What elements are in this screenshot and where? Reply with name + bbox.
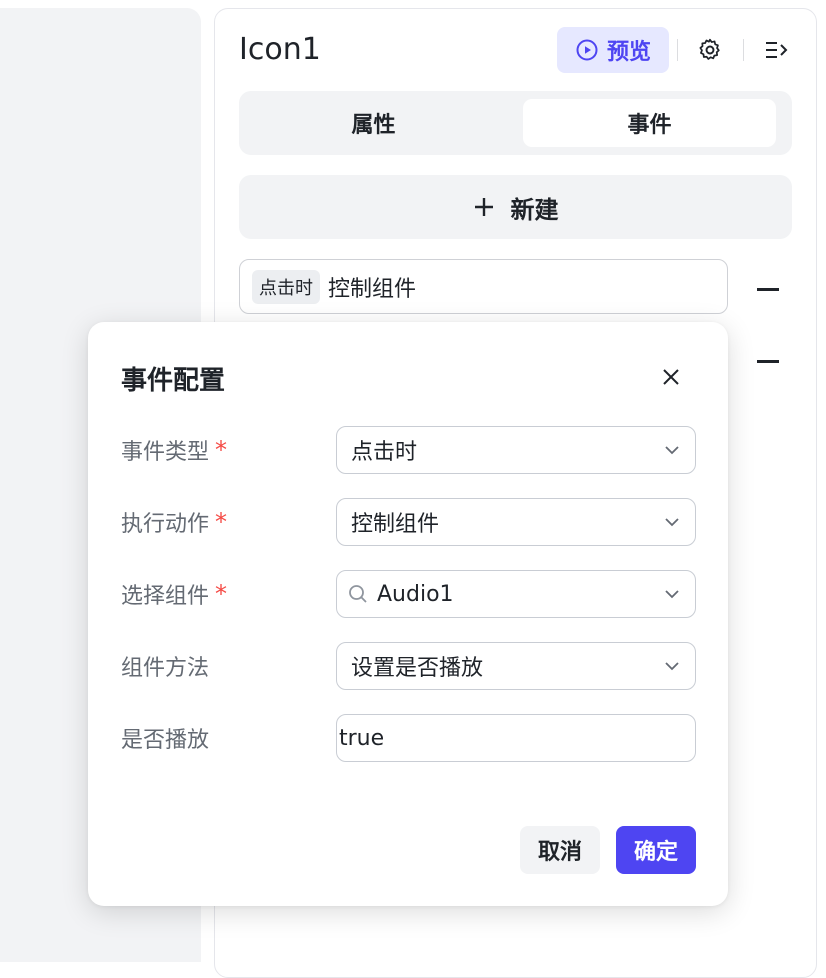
action-label: 执行动作 * <box>121 499 227 545</box>
header-divider <box>677 39 678 61</box>
chevron-down-icon <box>665 446 679 455</box>
method-label: 组件方法 <box>121 656 210 681</box>
event-type-select[interactable]: 点击时 <box>336 426 696 474</box>
new-event-label: 新建 <box>510 195 559 224</box>
component-label-text: 选择组件 <box>121 584 210 609</box>
event-type-label-text: 事件类型 <box>121 440 210 465</box>
required-mark: * <box>215 580 228 608</box>
event-type-value: 点击时 <box>351 440 418 465</box>
component-value: Audio1 <box>377 581 454 607</box>
tab-properties[interactable]: 属性 <box>247 99 500 147</box>
chevron-down-icon <box>665 590 679 599</box>
new-event-button[interactable]: 新建 <box>239 175 792 239</box>
plus-icon <box>474 198 493 216</box>
component-title: Icon1 <box>239 32 321 67</box>
dialog-title: 事件配置 <box>121 366 226 396</box>
play-label: 是否播放 <box>121 728 210 753</box>
remove-event-icon[interactable] <box>757 288 779 291</box>
method-value: 设置是否播放 <box>351 656 484 681</box>
collapse-menu-icon[interactable] <box>763 37 789 63</box>
play-circle-icon <box>576 39 598 61</box>
chevron-down-icon <box>665 662 679 671</box>
event-action-text: 控制组件 <box>328 276 417 302</box>
method-select[interactable]: 设置是否播放 <box>336 642 696 690</box>
confirm-button[interactable]: 确定 <box>616 826 696 874</box>
remove-event-icon[interactable] <box>757 360 779 363</box>
event-config-dialog: 事件配置 事件类型 * 点击时 执行动作 * 控制组件 选择组件 * Audio… <box>88 322 728 906</box>
chevron-down-icon <box>665 518 679 527</box>
action-value: 控制组件 <box>351 512 440 537</box>
play-input[interactable] <box>336 714 696 762</box>
action-select[interactable]: 控制组件 <box>336 498 696 546</box>
event-item[interactable]: 点击时 控制组件 <box>239 259 728 314</box>
required-mark: * <box>215 508 228 536</box>
preview-label: 预览 <box>606 40 651 65</box>
component-select[interactable]: Audio1 <box>336 570 696 618</box>
event-type-label: 事件类型 * <box>121 427 227 473</box>
tab-bar: 属性 事件 <box>239 91 792 155</box>
header-divider <box>743 39 744 61</box>
gear-icon[interactable] <box>697 37 723 63</box>
close-icon[interactable] <box>661 367 681 387</box>
component-label: 选择组件 * <box>121 571 227 617</box>
tab-events[interactable]: 事件 <box>523 99 776 147</box>
search-icon <box>349 585 367 603</box>
preview-button[interactable]: 预览 <box>557 27 669 73</box>
action-label-text: 执行动作 <box>121 512 210 537</box>
required-mark: * <box>215 436 228 464</box>
cancel-button[interactable]: 取消 <box>520 826 600 874</box>
event-trigger-tag: 点击时 <box>252 269 320 304</box>
